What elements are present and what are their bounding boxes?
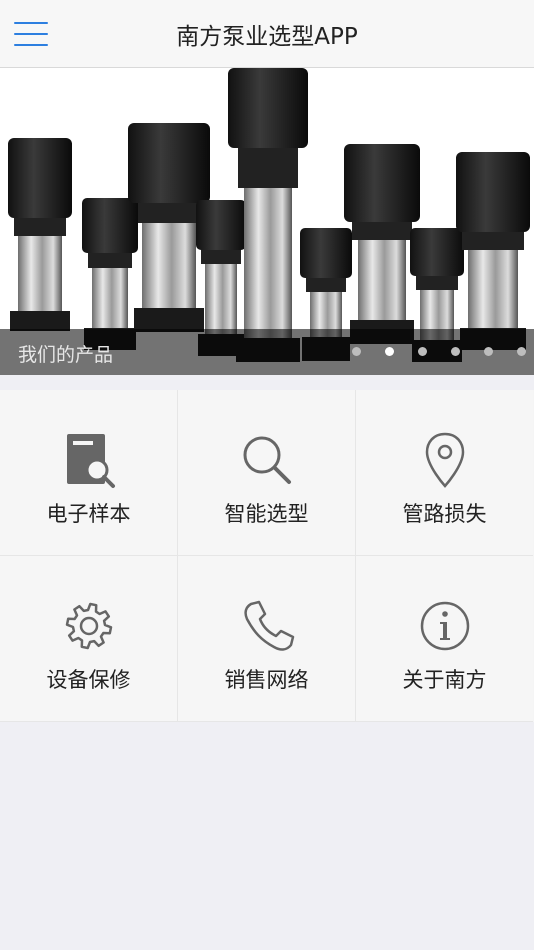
carousel-dot[interactable] (418, 347, 427, 356)
carousel-dot[interactable] (352, 347, 361, 356)
gear-icon (0, 596, 177, 656)
banner-caption-bar: 我们的产品 (0, 329, 534, 375)
menu-item-smart-selection[interactable]: 智能选型 (178, 390, 356, 556)
menu-label: 管路损失 (402, 502, 487, 526)
menu-label: 设备保修 (46, 668, 131, 692)
menu-label: 销售网络 (224, 668, 309, 692)
top-nav-bar: 南方泵业选型APP (0, 0, 534, 68)
catalog-search-icon (0, 430, 177, 490)
menu-label: 电子样本 (46, 502, 131, 526)
menu-label: 关于南方 (402, 668, 487, 692)
location-pin-icon (356, 430, 533, 490)
phone-icon (178, 596, 355, 656)
menu-item-pipe-loss[interactable]: 管路损失 (356, 390, 533, 556)
menu-item-sales-network[interactable]: 销售网络 (178, 556, 356, 722)
menu-item-warranty[interactable]: 设备保修 (0, 556, 178, 722)
page-title: 南方泵业选型APP (176, 24, 358, 50)
carousel-pagination[interactable] (352, 347, 528, 357)
banner-caption: 我们的产品 (18, 344, 114, 366)
menu-item-electronic-catalog[interactable]: 电子样本 (0, 390, 178, 556)
magnifier-icon (178, 430, 355, 490)
carousel-dot[interactable] (517, 347, 526, 356)
info-icon (356, 596, 533, 656)
carousel-dot[interactable] (484, 347, 493, 356)
carousel-dot[interactable] (451, 347, 460, 356)
menu-label: 智能选型 (224, 502, 309, 526)
carousel-dot[interactable] (385, 347, 394, 356)
menu-item-about[interactable]: 关于南方 (356, 556, 533, 722)
product-banner-carousel[interactable]: 我们的产品 (0, 68, 534, 375)
feature-menu-grid: 电子样本 智能选型 管路损失 设备保修 销售网络 关于南方 (0, 390, 534, 722)
